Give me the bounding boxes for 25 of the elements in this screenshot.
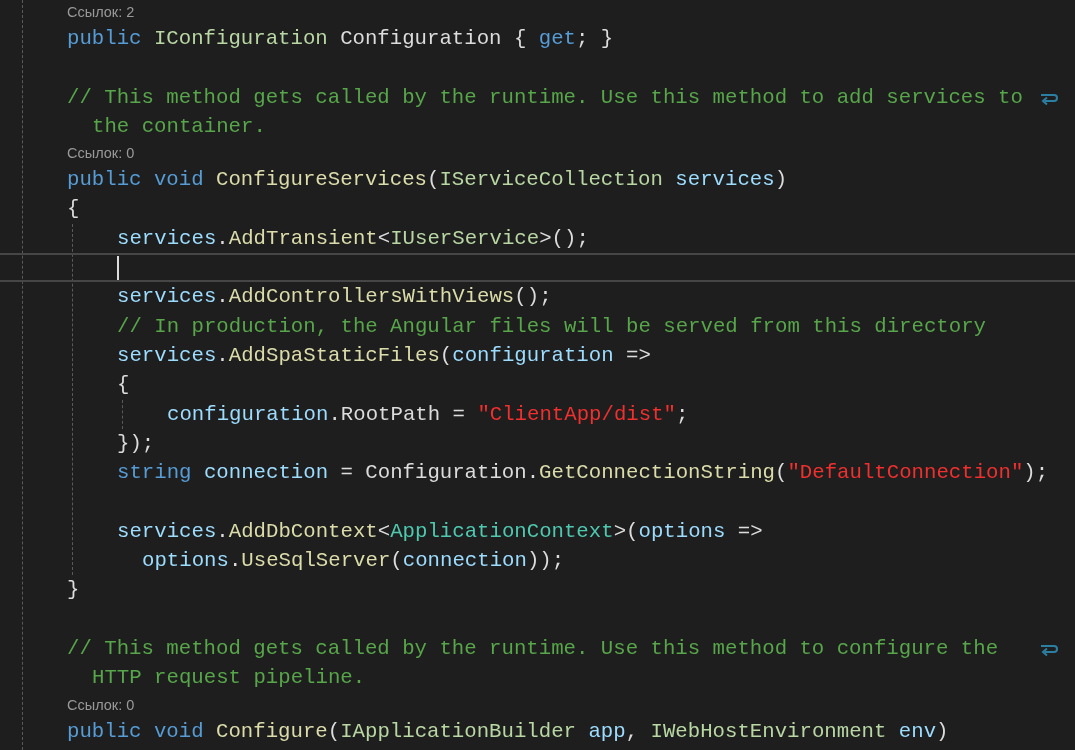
code-line: public void Configure(IApplicationBuilder app, IWebHostEnvironment env) (67, 719, 949, 743)
reference-count-link[interactable]: Ссылок: 0 (67, 696, 135, 713)
code-line: // In production, the Angular files will be served from this directory (117, 314, 987, 338)
code-line: }); (117, 431, 155, 455)
code-line: options.UseSqlServer(connection)); (142, 549, 565, 573)
word-wrap-arrow-icon (1040, 91, 1058, 105)
reference-count-link[interactable]: Ссылок: 0 (67, 145, 135, 162)
reference-count-link[interactable]: Ссылок: 2 (67, 4, 135, 20)
code-line: public IConfiguration Configuration { get; } (67, 27, 614, 50)
code-line: { (117, 373, 130, 397)
code-line: configuration.RootPath = "ClientApp/dist"; (167, 402, 689, 426)
code-line: // This method gets called by the runtime. Use this method to configure the (67, 636, 999, 660)
code-line: } (67, 578, 80, 602)
code-line: { (67, 197, 80, 221)
word-wrap-arrow-icon (1040, 642, 1058, 656)
code-line: services.AddDbContext<ApplicationContext>(options => (117, 519, 763, 543)
code-line: services.AddTransient<IUserService>(); (117, 226, 589, 250)
code-line: // This method gets called by the runtime. Use this method to add services to (67, 85, 1023, 109)
code-line: string connection = Configuration.GetConnectionString("DefaultConnection"); (117, 461, 1049, 485)
code-line: services.AddSpaStaticFiles(configuration => (117, 343, 651, 367)
code-line: the container. (92, 114, 266, 138)
code-line: services.AddControllersWithViews(); (117, 285, 552, 309)
text-cursor (117, 256, 119, 281)
code-line: HTTP request pipeline. (92, 666, 366, 690)
code-line: public void ConfigureServices(IServiceCollection services) (67, 168, 788, 192)
